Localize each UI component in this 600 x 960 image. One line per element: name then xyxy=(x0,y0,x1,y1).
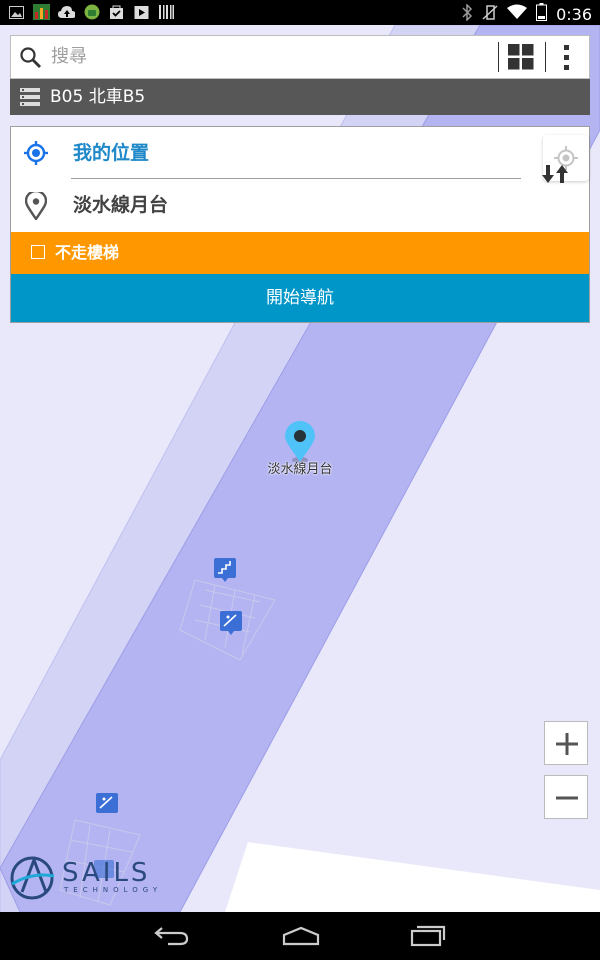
toolbar-divider xyxy=(545,42,546,72)
plus-icon xyxy=(556,733,578,759)
search-input[interactable]: 搜尋 xyxy=(51,36,87,78)
equalizer-icon xyxy=(33,4,50,20)
sails-logo: SAILS TECHNOLOGY xyxy=(8,852,168,904)
zoom-out-button[interactable] xyxy=(544,775,588,819)
recents-icon[interactable] xyxy=(410,925,446,951)
avoid-stairs-checkbox[interactable] xyxy=(31,245,45,259)
route-panel: 我的位置 淡水線月台 不走樓梯 開始導航 xyxy=(10,126,590,323)
barcode-icon xyxy=(158,4,175,20)
grid-icon[interactable] xyxy=(508,44,534,74)
home-icon[interactable] xyxy=(282,926,320,950)
system-nav-bar xyxy=(0,912,600,960)
layers-icon xyxy=(20,88,40,110)
clock: 0:36 xyxy=(556,4,592,24)
bluetooth-icon xyxy=(461,2,473,25)
origin-row[interactable]: 我的位置 xyxy=(11,127,541,179)
search-icon[interactable] xyxy=(19,46,43,74)
floor-selector[interactable]: B05 北車B5 xyxy=(10,79,590,115)
wifi-icon xyxy=(507,4,528,24)
place-pin-icon xyxy=(24,189,48,224)
back-icon[interactable] xyxy=(154,926,190,950)
minus-icon xyxy=(556,787,578,813)
logo-text: SAILS xyxy=(62,858,151,888)
zoom-in-button[interactable] xyxy=(544,721,588,765)
start-navigation-button[interactable]: 開始導航 xyxy=(11,274,589,322)
escalator-marker-icon xyxy=(96,793,118,813)
logo-subtext: TECHNOLOGY xyxy=(64,886,163,894)
search-bar: 搜尋 xyxy=(10,35,590,79)
vibrate-off-icon xyxy=(482,4,498,25)
origin-label: 我的位置 xyxy=(73,142,150,164)
more-vert-icon[interactable] xyxy=(562,44,572,76)
floor-label: B05 北車B5 xyxy=(50,87,146,107)
play-store-icon xyxy=(133,4,150,20)
destination-label: 淡水線月台 xyxy=(73,194,169,216)
swap-route-button[interactable] xyxy=(532,150,576,186)
shopping-bag-icon xyxy=(108,4,125,20)
cloud-upload-icon xyxy=(58,4,75,20)
destination-row[interactable]: 淡水線月台 xyxy=(11,179,541,231)
my-location-icon xyxy=(24,141,48,169)
avoid-stairs-option[interactable]: 不走樓梯 xyxy=(11,232,589,274)
avoid-stairs-label: 不走樓梯 xyxy=(55,243,120,262)
status-bar: 0:36 xyxy=(0,0,600,25)
battery-icon xyxy=(536,3,548,25)
swap-arrows-icon xyxy=(541,164,569,188)
poi-label: 淡水線月台 xyxy=(267,462,333,477)
toolbar-divider xyxy=(498,42,499,72)
android-icon xyxy=(83,4,100,20)
image-icon xyxy=(8,4,25,20)
